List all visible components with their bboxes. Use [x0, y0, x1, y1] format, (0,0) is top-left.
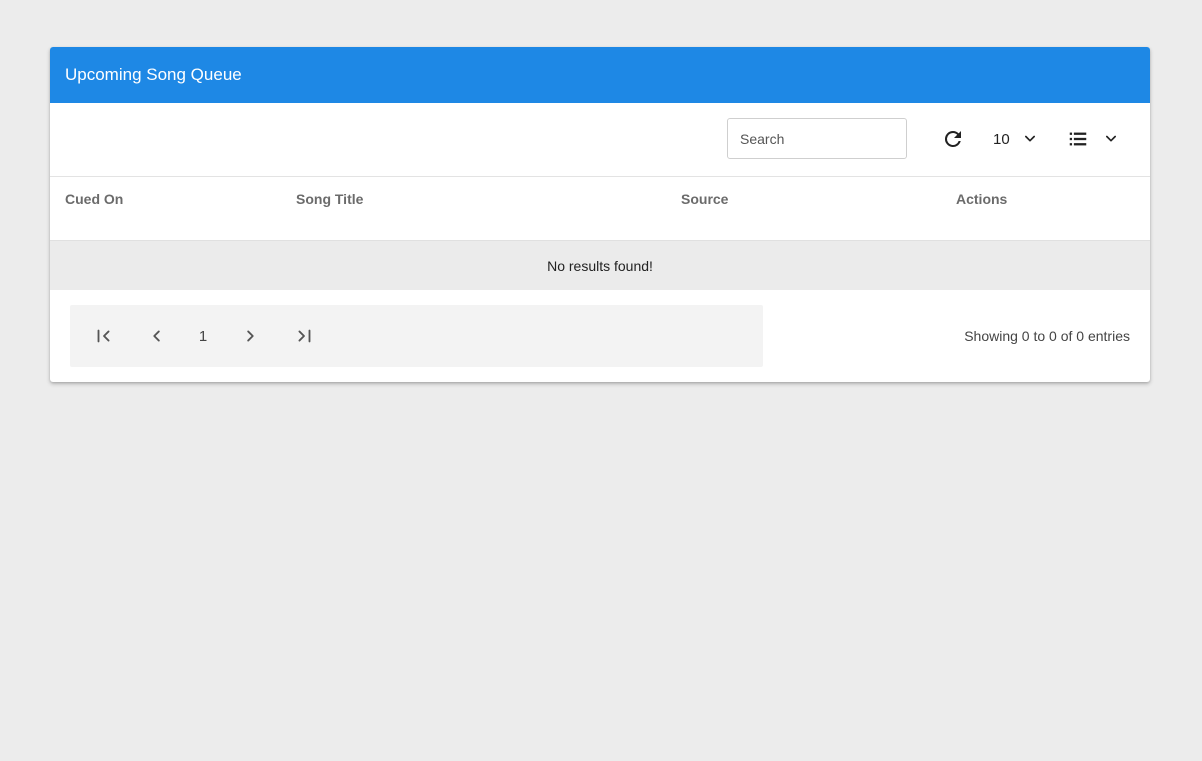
- page-size-select[interactable]: 10: [993, 125, 1040, 153]
- page-number-button[interactable]: 1: [191, 324, 215, 348]
- columns-toggle-button[interactable]: [1067, 125, 1121, 153]
- pagination: 1: [70, 305, 763, 367]
- first-page-icon: [97, 329, 110, 343]
- empty-message: No results found!: [547, 257, 653, 274]
- column-header-cued-on[interactable]: Cued On: [65, 191, 123, 207]
- column-header-song-title[interactable]: Song Title: [296, 191, 363, 207]
- search-input[interactable]: [727, 118, 907, 159]
- first-page-button[interactable]: [92, 324, 116, 348]
- entries-summary: Showing 0 to 0 of 0 entries: [964, 328, 1130, 344]
- last-page-button[interactable]: [292, 324, 316, 348]
- page-size-value: 10: [993, 130, 1010, 148]
- previous-page-button[interactable]: [145, 324, 169, 348]
- song-queue-card: Upcoming Song Queue 10: [50, 47, 1150, 382]
- card-header: Upcoming Song Queue: [50, 47, 1150, 103]
- refresh-icon: [944, 130, 961, 147]
- column-header-actions: Actions: [956, 191, 1008, 207]
- table-footer: 1 Showing 0 to 0 of 0 entries: [50, 290, 1150, 382]
- card-title: Upcoming Song Queue: [65, 65, 242, 84]
- last-page-icon: [298, 329, 311, 343]
- column-header-source[interactable]: Source: [681, 191, 728, 207]
- chevron-left-icon: [153, 330, 160, 342]
- chevron-down-icon: [1106, 135, 1116, 142]
- table-toolbar: 10: [50, 103, 1150, 177]
- table-header-row: Cued On Song Title Source Actions: [50, 177, 1150, 241]
- refresh-button[interactable]: [941, 127, 965, 151]
- list-icon: [1069, 132, 1087, 146]
- chevron-down-icon: [1024, 135, 1035, 142]
- next-page-button[interactable]: [238, 324, 262, 348]
- empty-table-row: No results found!: [50, 241, 1150, 290]
- chevron-right-icon: [247, 330, 254, 342]
